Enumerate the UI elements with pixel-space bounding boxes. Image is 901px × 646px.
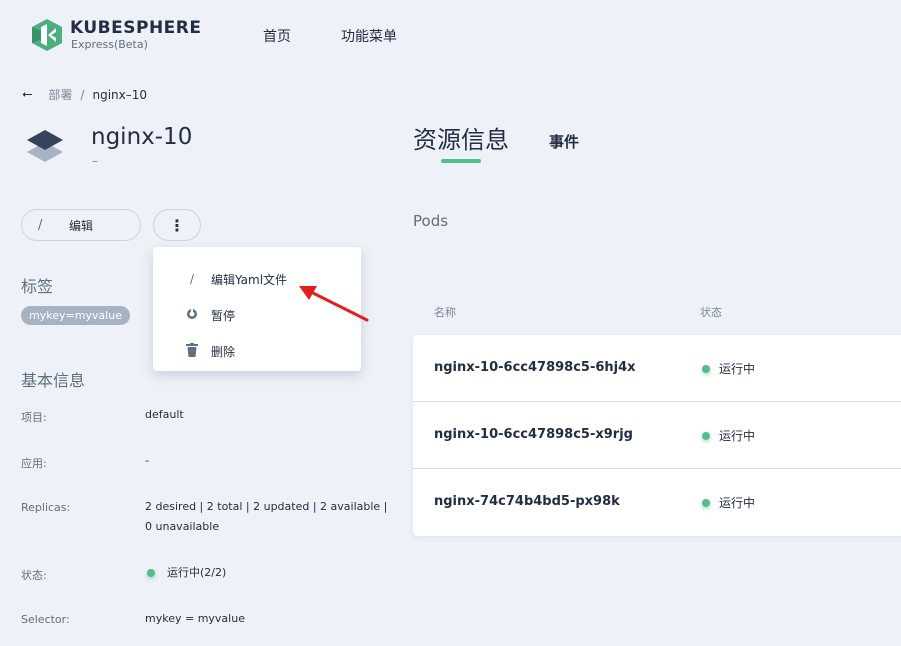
info-value-replicas: 2 desired | 2 total | 2 updated | 2 avai… bbox=[145, 500, 388, 533]
labels-section-title: 标签 bbox=[21, 277, 54, 296]
tab-resource-info[interactable]: 资源信息 bbox=[413, 120, 509, 155]
tab-events[interactable]: 事件 bbox=[549, 131, 579, 152]
info-value-project: default bbox=[145, 408, 184, 421]
menu-item-label: 暂停 bbox=[211, 308, 236, 323]
pod-status: 运行中 bbox=[702, 427, 755, 444]
table-row[interactable]: nginx-74c74b4bd5-px98k 运行中 bbox=[413, 469, 901, 536]
pod-name[interactable]: nginx-74c74b4bd5-px98k bbox=[434, 494, 620, 509]
info-label-selector: Selector: bbox=[21, 613, 70, 626]
pause-icon bbox=[185, 308, 199, 323]
back-arrow-icon[interactable]: ⭠ bbox=[22, 87, 32, 102]
pod-name[interactable]: nginx-10-6cc47898c5-6hj4x bbox=[434, 360, 636, 375]
status-dot-icon bbox=[702, 498, 710, 507]
deployment-icon bbox=[27, 130, 63, 162]
menu-item-label: 删除 bbox=[211, 344, 236, 359]
menu-item-delete[interactable]: 删除 bbox=[153, 333, 361, 369]
brand-name: KUBESPHERE bbox=[70, 18, 202, 38]
nav-home[interactable]: 首页 bbox=[263, 26, 291, 46]
menu-item-label: 编辑Yaml文件 bbox=[211, 272, 288, 287]
edit-button-label: 编辑 bbox=[68, 218, 93, 233]
info-value-status: 运行中(2/2) bbox=[145, 563, 390, 583]
pods-section-title: Pods bbox=[413, 212, 449, 230]
breadcrumb-parent[interactable]: 部署 bbox=[48, 86, 72, 103]
status-dot-icon bbox=[147, 569, 155, 577]
edit-button[interactable]: / 编辑 bbox=[21, 209, 141, 241]
pod-name[interactable]: nginx-10-6cc47898c5-x9rjg bbox=[434, 427, 633, 442]
red-arrow-annotation-icon bbox=[299, 286, 369, 322]
pod-status-text: 运行中 bbox=[719, 429, 756, 443]
status-dot-icon bbox=[702, 431, 710, 440]
breadcrumb-separator: / bbox=[80, 87, 85, 102]
info-value-selector: mykey = myvalue bbox=[145, 612, 245, 625]
pen-icon: / bbox=[189, 272, 195, 286]
pods-table: nginx-10-6cc47898c5-6hj4x 运行中 nginx-10-6… bbox=[413, 335, 901, 536]
info-value-status-text: 运行中(2/2) bbox=[167, 566, 227, 579]
info-label-app: 应用: bbox=[21, 457, 47, 470]
info-value-app: - bbox=[145, 454, 149, 467]
column-header-name: 名称 bbox=[434, 306, 456, 319]
tab-active-indicator bbox=[441, 159, 481, 163]
column-header-status: 状态 bbox=[700, 306, 722, 319]
pen-icon: / bbox=[38, 218, 43, 233]
info-label-project: 项目: bbox=[21, 411, 47, 424]
workload-description: – bbox=[92, 154, 98, 168]
status-dot-icon bbox=[702, 364, 710, 373]
pod-status: 运行中 bbox=[702, 494, 755, 511]
kubesphere-logo-icon[interactable] bbox=[32, 19, 62, 51]
trash-icon bbox=[185, 342, 199, 360]
more-actions-button[interactable]: ⋮ bbox=[153, 209, 201, 241]
breadcrumb: ⭠ 部署 / nginx–10 bbox=[22, 86, 147, 103]
pod-status-text: 运行中 bbox=[719, 362, 756, 376]
workload-title: nginx-10 bbox=[91, 124, 193, 150]
more-vertical-icon: ⋮ bbox=[169, 215, 185, 235]
table-row[interactable]: nginx-10-6cc47898c5-6hj4x 运行中 bbox=[413, 335, 901, 402]
brand-subtitle: Express(Beta) bbox=[71, 38, 148, 51]
table-row[interactable]: nginx-10-6cc47898c5-x9rjg 运行中 bbox=[413, 402, 901, 469]
info-label-status: 状态: bbox=[21, 569, 47, 582]
basic-info-title: 基本信息 bbox=[21, 371, 86, 390]
pod-status-text: 运行中 bbox=[719, 496, 756, 510]
info-label-replicas: Replicas: bbox=[21, 501, 71, 514]
label-tag: mykey=myvalue bbox=[21, 306, 130, 325]
pod-status: 运行中 bbox=[702, 360, 755, 377]
nav-function-menu[interactable]: 功能菜单 bbox=[341, 26, 397, 46]
breadcrumb-current: nginx–10 bbox=[92, 87, 148, 102]
